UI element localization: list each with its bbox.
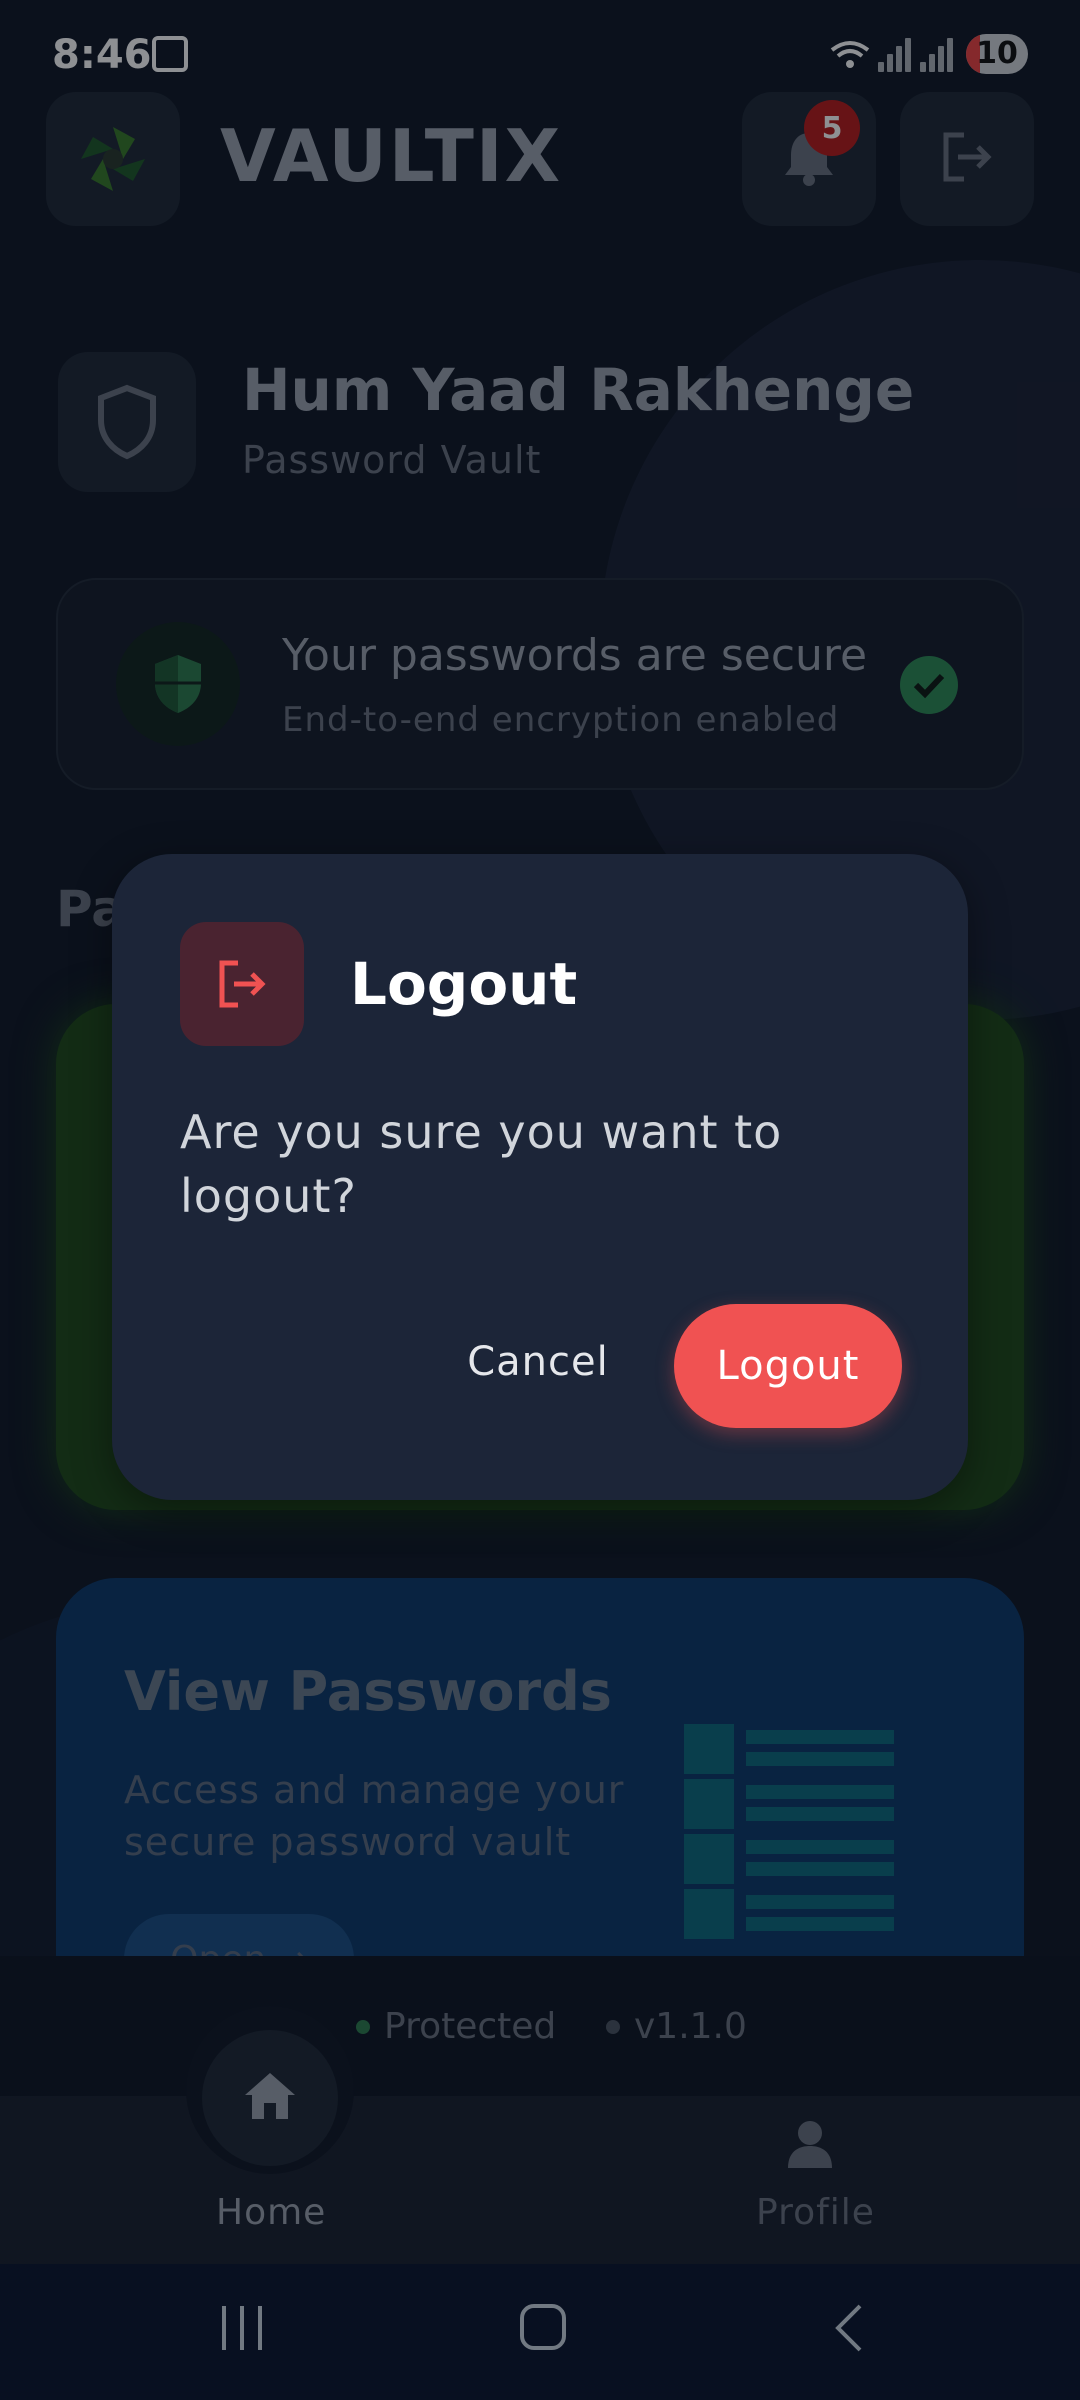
dialog-message: Are you sure you want to logout? [180, 1105, 783, 1223]
cancel-button[interactable]: Cancel [428, 1302, 648, 1422]
logout-dialog: Logout Are you sure you want to logout? … [112, 854, 968, 1500]
app-screen: 8:46 10 VAULTIX 5 Hum Yaad Rakhenge Pass… [0, 0, 1080, 2400]
confirm-logout-button[interactable]: Logout [674, 1304, 902, 1428]
dialog-title: Logout [350, 950, 578, 1018]
logout-icon [180, 922, 304, 1046]
